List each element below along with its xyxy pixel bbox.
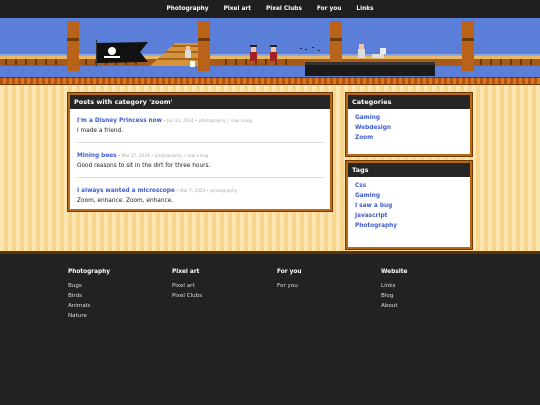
footer-col-pixel-art: Pixel art Pixel art Pixel Clubs — [172, 269, 202, 303]
tags-heading: Tags — [348, 163, 470, 177]
nav-pixel-clubs[interactable]: Pixel Clubs — [266, 6, 302, 12]
footer-link-about[interactable]: About — [381, 303, 407, 309]
nav-for-you[interactable]: For you — [317, 6, 341, 12]
category-zoom[interactable]: Zoom — [355, 133, 464, 143]
footer-link-pixel-clubs[interactable]: Pixel Clubs — [172, 293, 202, 299]
footer-link-links[interactable]: Links — [381, 283, 407, 289]
post-excerpt: Good reasons to sit in the dirt for thre… — [77, 163, 211, 169]
footer-col-for-you: For you For you — [277, 269, 301, 293]
post-item: Mining bees • Mar 27, 2024 • photography… — [77, 148, 324, 178]
nav-pixel-art[interactable]: Pixel art — [224, 6, 251, 12]
footer-link-bugs[interactable]: Bugs — [68, 283, 110, 289]
footer-heading: Photography — [68, 269, 111, 275]
footer-link-birds[interactable]: Birds — [68, 293, 110, 299]
pirate-ship-banner — [0, 18, 540, 77]
tag-javascript[interactable]: Javascript — [355, 211, 464, 221]
footer-heading: For you — [277, 269, 302, 275]
post-excerpt: Zoom, enhance. Zoom, enhance. — [77, 198, 174, 204]
post-meta: • Mar 7, 2024 • photography — [174, 188, 238, 193]
tag-css[interactable]: Css — [355, 181, 464, 191]
footer: Photography Bugs Birds Animals Nature Pi… — [0, 254, 540, 405]
post-title[interactable]: I'm a Disney Princess now — [77, 118, 162, 124]
tag-i-saw-a-bug[interactable]: I saw a bug — [355, 201, 464, 211]
main-content: Posts with category 'zoom' I'm a Disney … — [0, 77, 540, 254]
footer-heading: Pixel art — [172, 269, 200, 275]
decorative-trim-top — [0, 77, 540, 85]
posts-panel: Posts with category 'zoom' I'm a Disney … — [68, 93, 332, 211]
footer-link-animals[interactable]: Animals — [68, 303, 110, 309]
pirate-ship-illustration — [0, 18, 540, 77]
categories-panel: Categories Gaming Webdesign Zoom — [346, 93, 472, 156]
tag-photography[interactable]: Photography — [355, 221, 464, 231]
category-webdesign[interactable]: Webdesign — [355, 123, 464, 133]
footer-col-website: Website Links Blog About — [381, 269, 407, 313]
tags-panel: Tags Css Gaming I saw a bug Javascript P… — [346, 161, 472, 249]
category-gaming[interactable]: Gaming — [355, 113, 464, 123]
footer-col-photography: Photography Bugs Birds Animals Nature — [68, 269, 110, 323]
post-title[interactable]: Mining bees — [77, 153, 117, 159]
post-meta: • Mar 27, 2024 • photography, I saw a bu… — [116, 153, 209, 158]
posts-heading: Posts with category 'zoom' — [70, 95, 330, 109]
footer-heading: Website — [381, 269, 408, 275]
post-meta: • Jun 24, 2024 • photography, I saw a bu… — [162, 118, 253, 123]
footer-link-for-you[interactable]: For you — [277, 283, 301, 289]
nav-photography[interactable]: Photography — [166, 6, 208, 12]
footer-link-pixel-art[interactable]: Pixel art — [172, 283, 202, 289]
post-excerpt: I made a friend. — [77, 128, 124, 134]
footer-link-blog[interactable]: Blog — [381, 293, 407, 299]
nav-links[interactable]: Links — [356, 6, 373, 12]
post-item: I always wanted a microscope • Mar 7, 20… — [77, 183, 324, 212]
post-title[interactable]: I always wanted a microscope — [77, 188, 175, 194]
footer-link-nature[interactable]: Nature — [68, 313, 110, 319]
post-item: I'm a Disney Princess now • Jun 24, 2024… — [77, 113, 324, 143]
tag-gaming[interactable]: Gaming — [355, 191, 464, 201]
categories-heading: Categories — [348, 95, 470, 109]
top-nav: Photography Pixel art Pixel Clubs For yo… — [0, 0, 540, 18]
